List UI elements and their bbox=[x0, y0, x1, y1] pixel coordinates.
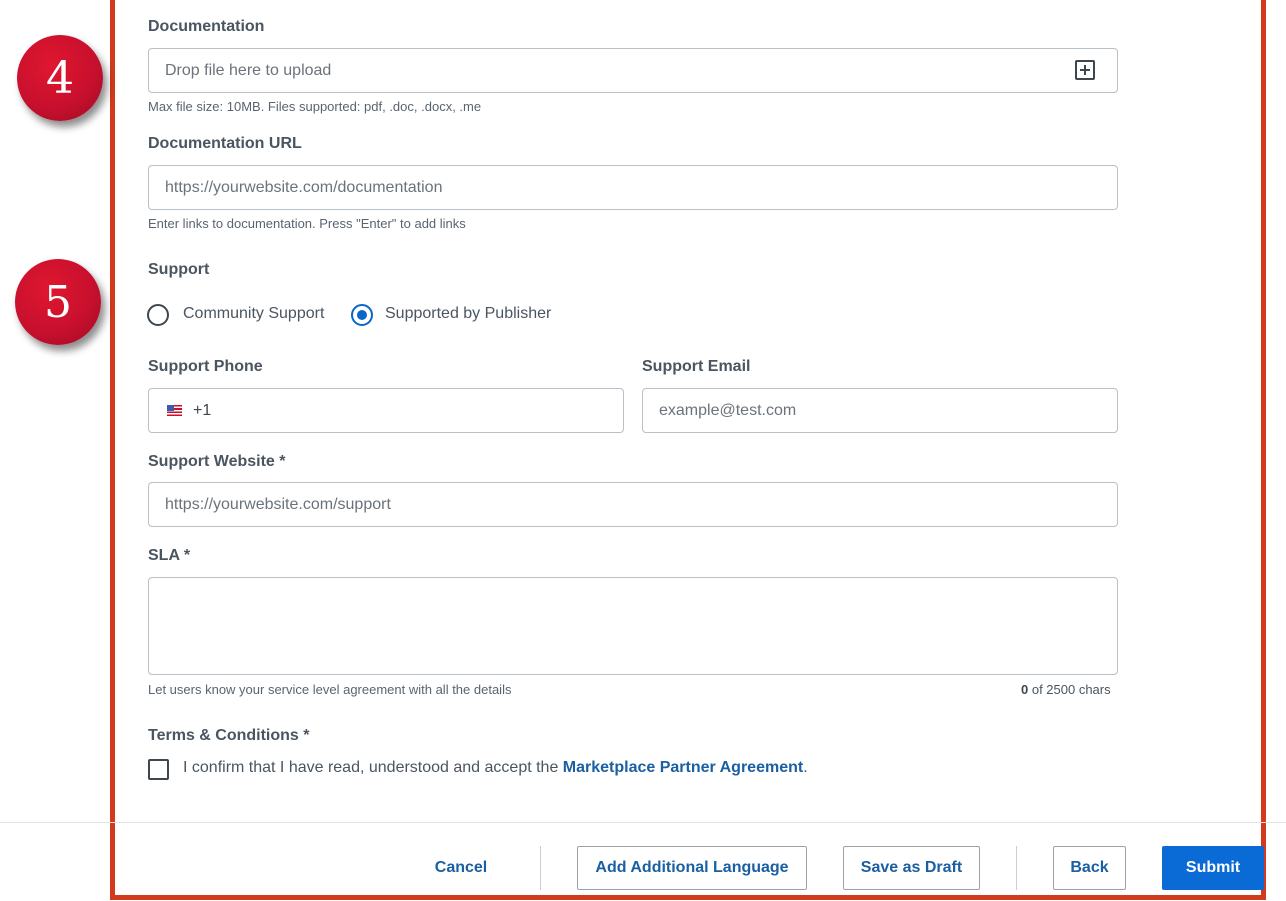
documentation-url-input[interactable]: https://yourwebsite.com/documentation bbox=[148, 165, 1118, 210]
terms-period: . bbox=[803, 759, 808, 776]
submit-button[interactable]: Submit bbox=[1162, 846, 1264, 890]
terms-checkbox[interactable] bbox=[148, 759, 169, 780]
sla-char-counter: 0 of 2500 chars bbox=[1021, 682, 1111, 697]
sla-label: SLA * bbox=[148, 547, 191, 564]
step-marker-5: 5 bbox=[15, 259, 101, 345]
back-button[interactable]: Back bbox=[1053, 846, 1126, 890]
save-as-draft-button[interactable]: Save as Draft bbox=[843, 846, 980, 890]
support-email-placeholder: example@test.com bbox=[659, 401, 797, 419]
support-website-input[interactable]: https://yourwebsite.com/support bbox=[148, 482, 1118, 527]
documentation-url-placeholder: https://yourwebsite.com/documentation bbox=[165, 178, 443, 196]
support-email-label: Support Email bbox=[642, 358, 751, 375]
sla-helper: Let users know your service level agreem… bbox=[148, 682, 512, 697]
support-email-input[interactable]: example@test.com bbox=[642, 388, 1118, 433]
support-website-placeholder: https://yourwebsite.com/support bbox=[165, 495, 391, 513]
terms-label: Terms & Conditions * bbox=[148, 727, 310, 744]
sla-textarea[interactable] bbox=[148, 577, 1118, 675]
documentation-url-label: Documentation URL bbox=[148, 135, 302, 152]
partner-agreement-link[interactable]: Marketplace Partner Agreement bbox=[563, 759, 803, 776]
terms-text: I confirm that I have read, understood a… bbox=[183, 759, 808, 777]
documentation-url-helper: Enter links to documentation. Press "Ent… bbox=[148, 216, 466, 231]
footer-separator bbox=[1016, 846, 1017, 890]
add-file-icon[interactable] bbox=[1075, 60, 1095, 80]
support-website-label: Support Website * bbox=[148, 453, 286, 470]
step-marker-4: 4 bbox=[17, 35, 103, 121]
terms-statement: I confirm that I have read, understood a… bbox=[183, 759, 563, 776]
community-support-label[interactable]: Community Support bbox=[183, 305, 324, 323]
support-phone-input[interactable]: +1 bbox=[148, 388, 624, 433]
add-additional-language-button[interactable]: Add Additional Language bbox=[577, 846, 807, 890]
dropzone-placeholder: Drop file here to upload bbox=[165, 61, 332, 79]
support-label: Support bbox=[148, 261, 210, 278]
community-support-radio[interactable] bbox=[147, 304, 169, 326]
documentation-dropzone[interactable]: Drop file here to upload bbox=[148, 48, 1118, 93]
phone-value: +1 bbox=[193, 401, 212, 419]
supported-by-publisher-label[interactable]: Supported by Publisher bbox=[385, 305, 551, 323]
cancel-button[interactable]: Cancel bbox=[420, 846, 502, 890]
footer-divider bbox=[0, 822, 1286, 823]
documentation-label: Documentation bbox=[148, 18, 265, 35]
sla-char-suffix: of 2500 chars bbox=[1028, 682, 1111, 697]
us-flag-icon[interactable] bbox=[167, 405, 182, 416]
support-phone-label: Support Phone bbox=[148, 358, 263, 375]
footer-separator bbox=[540, 846, 541, 890]
supported-by-publisher-radio[interactable] bbox=[351, 304, 373, 326]
documentation-helper: Max file size: 10MB. Files supported: pd… bbox=[148, 99, 482, 114]
